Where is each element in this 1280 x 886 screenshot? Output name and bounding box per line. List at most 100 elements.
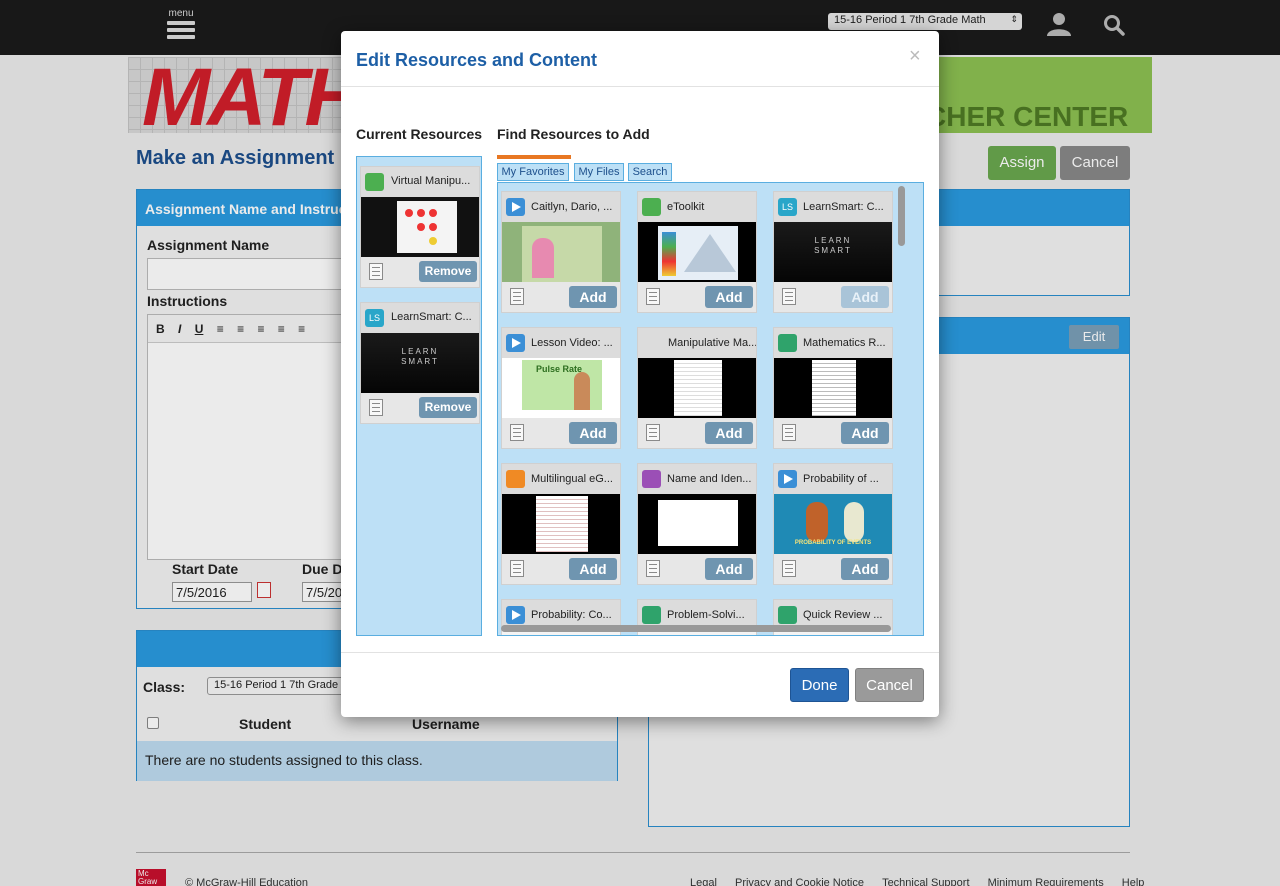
add-button[interactable]: Add	[841, 422, 889, 444]
vertical-scrollbar[interactable]	[898, 186, 905, 246]
learnsmart-icon: LS	[778, 198, 797, 216]
resource-thumbnail: LEARN SMART	[774, 222, 892, 282]
resource-card-footer: Remove	[361, 257, 479, 287]
video-icon	[506, 334, 525, 352]
current-resources-list: Virtual Manipu... Remove LS LearnSmart: …	[356, 156, 482, 636]
resource-title: eToolkit	[667, 201, 705, 213]
resource-card-header: Multilingual eG...	[502, 464, 620, 494]
resource-title: Probability of ...	[803, 473, 879, 485]
resource-card-footer: Add	[774, 418, 892, 448]
add-button[interactable]: Add	[705, 558, 753, 580]
resource-card-header: LS LearnSmart: C...	[361, 303, 479, 333]
add-button[interactable]: Add	[569, 286, 617, 308]
tab-my-favorites[interactable]: My Favorites	[497, 163, 569, 181]
resource-card-footer: Add	[502, 282, 620, 312]
resource-card-footer: Add	[638, 554, 756, 584]
resource-title: Name and Iden...	[667, 473, 752, 485]
remove-button[interactable]: Remove	[419, 397, 477, 418]
horizontal-scrollbar[interactable]	[501, 625, 891, 632]
resource-card-header: Virtual Manipu...	[361, 167, 479, 197]
find-resources-heading: Find Resources to Add	[497, 126, 650, 142]
resource-card-footer: Remove	[361, 393, 479, 423]
document-type-icon	[778, 334, 797, 352]
learnsmart-thumb-text: LEARN SMART	[814, 236, 852, 255]
current-resource-card: LS LearnSmart: C... LEARN SMART Remove	[360, 302, 480, 424]
resource-thumbnail: Pulse Rate	[502, 358, 620, 418]
modal-cancel-button[interactable]: Cancel	[855, 668, 924, 702]
close-icon[interactable]: ×	[909, 45, 921, 68]
add-button[interactable]: Add	[841, 558, 889, 580]
resource-card: Caitlyn, Dario, ... Add	[501, 191, 621, 313]
document-icon	[782, 424, 796, 441]
pulse-rate-thumb-text: Pulse Rate	[536, 364, 583, 374]
document-icon	[646, 560, 660, 577]
document-icon	[646, 288, 660, 305]
resource-title: Mathematics R...	[803, 337, 886, 349]
resource-title: Caitlyn, Dario, ...	[531, 201, 613, 213]
resource-thumbnail: LEARN SMART	[361, 333, 479, 393]
learnsmart-icon: LS	[365, 309, 384, 327]
edit-resources-modal: Edit Resources and Content × Current Res…	[341, 31, 939, 717]
resource-thumbnail	[774, 358, 892, 418]
document-icon	[510, 288, 524, 305]
probability-thumb-text: PROBABILITY OF EVENTS	[794, 540, 872, 546]
resource-card: Multilingual eG... Add	[501, 463, 621, 585]
add-button[interactable]: Add	[705, 422, 753, 444]
resource-card-footer: Add	[774, 282, 892, 312]
add-button-disabled: Add	[841, 286, 889, 308]
modal-title: Edit Resources and Content	[356, 50, 598, 70]
video-icon	[506, 606, 525, 624]
document-icon	[782, 288, 796, 305]
resource-title: Lesson Video: ...	[531, 337, 613, 349]
chat-icon	[642, 470, 661, 488]
resource-card: eToolkit Add	[637, 191, 757, 313]
document-icon	[646, 424, 660, 441]
done-button[interactable]: Done	[790, 668, 849, 702]
resource-title: Virtual Manipu...	[391, 175, 471, 187]
video-icon	[506, 198, 525, 216]
remove-button[interactable]: Remove	[419, 261, 477, 282]
resource-card: LS LearnSmart: C... LEARN SMART Add	[773, 191, 893, 313]
current-resources-heading: Current Resources	[356, 126, 483, 142]
resource-grid: Caitlyn, Dario, ... Add eToolkit Add LS L…	[497, 182, 924, 636]
document-icon	[782, 560, 796, 577]
tab-my-files[interactable]: My Files	[574, 163, 624, 181]
resource-title: LearnSmart: C...	[803, 201, 884, 213]
resource-card-header: eToolkit	[638, 192, 756, 222]
resource-card-footer: Add	[638, 282, 756, 312]
resource-card-footer: Add	[502, 418, 620, 448]
resource-card-footer: Add	[638, 418, 756, 448]
add-button[interactable]: Add	[569, 558, 617, 580]
add-button[interactable]: Add	[705, 286, 753, 308]
resource-card-header: Mathematics R...	[774, 328, 892, 358]
resource-title: Multilingual eG...	[531, 473, 613, 485]
tool-icon	[642, 198, 661, 216]
resource-card-header: Lesson Video: ...	[502, 328, 620, 358]
resource-title: Probability: Co...	[531, 609, 612, 621]
document-icon	[510, 560, 524, 577]
resource-card-header: LS LearnSmart: C...	[774, 192, 892, 222]
resource-title: LearnSmart: C...	[391, 311, 472, 323]
tab-search[interactable]: Search	[628, 163, 672, 181]
active-tab-indicator	[497, 155, 571, 159]
resource-thumbnail	[502, 494, 620, 554]
resource-thumbnail	[502, 222, 620, 282]
document-icon	[510, 424, 524, 441]
resource-card: Name and Iden... Add	[637, 463, 757, 585]
document-icon	[369, 263, 383, 280]
resource-card-header: Name and Iden...	[638, 464, 756, 494]
resource-card: Probability of ... PROBABILITY OF EVENTS…	[773, 463, 893, 585]
add-button[interactable]: Add	[569, 422, 617, 444]
resource-title: Quick Review ...	[803, 609, 883, 621]
resource-title: Problem-Solvi...	[667, 609, 745, 621]
resource-thumbnail: PROBABILITY OF EVENTS	[774, 494, 892, 554]
resource-card: Manipulative Ma... Add	[637, 327, 757, 449]
resource-card-header: Probability of ...	[774, 464, 892, 494]
modal-footer-divider	[341, 652, 939, 653]
resource-card: Mathematics R... Add	[773, 327, 893, 449]
document-type-icon	[642, 606, 661, 624]
document-type-icon	[778, 606, 797, 624]
resource-title: Manipulative Ma...	[668, 337, 756, 349]
resource-thumbnail	[361, 197, 479, 257]
modal-header-divider	[341, 86, 939, 87]
